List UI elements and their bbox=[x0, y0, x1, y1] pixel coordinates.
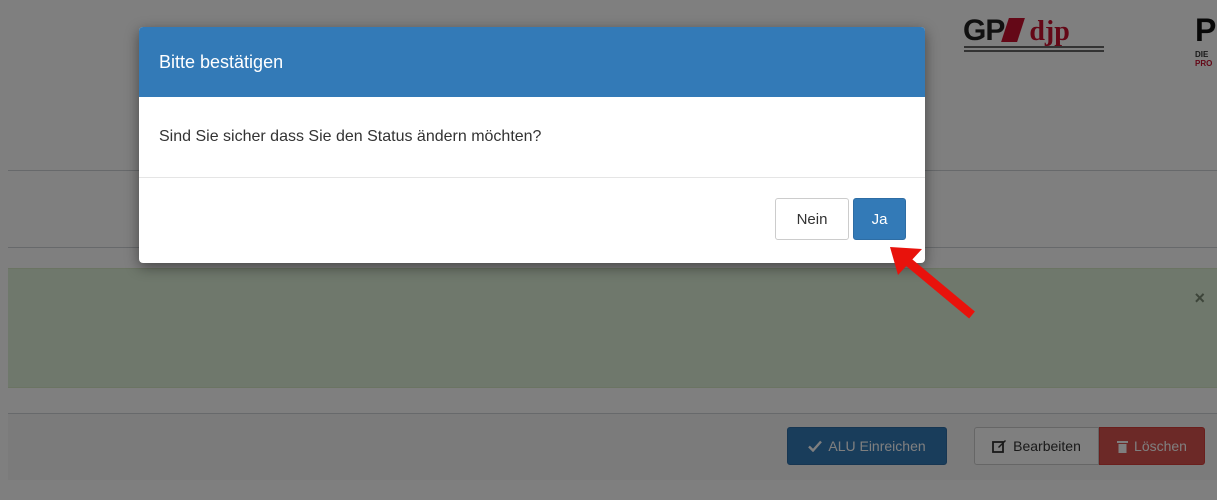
dialog-footer: Nein Ja bbox=[139, 178, 925, 263]
dialog-body: Sind Sie sicher dass Sie den Status ände… bbox=[139, 97, 925, 178]
ja-button[interactable]: Ja bbox=[853, 198, 906, 240]
red-arrow-icon bbox=[890, 247, 975, 319]
dialog-title: Bitte bestätigen bbox=[159, 51, 284, 72]
nein-button[interactable]: Nein bbox=[775, 198, 849, 240]
dialog-message: Sind Sie sicher dass Sie den Status ände… bbox=[159, 128, 542, 145]
confirm-dialog: Bitte bestätigen Sind Sie sicher dass Si… bbox=[139, 27, 925, 263]
dialog-header: Bitte bestätigen bbox=[139, 27, 925, 97]
